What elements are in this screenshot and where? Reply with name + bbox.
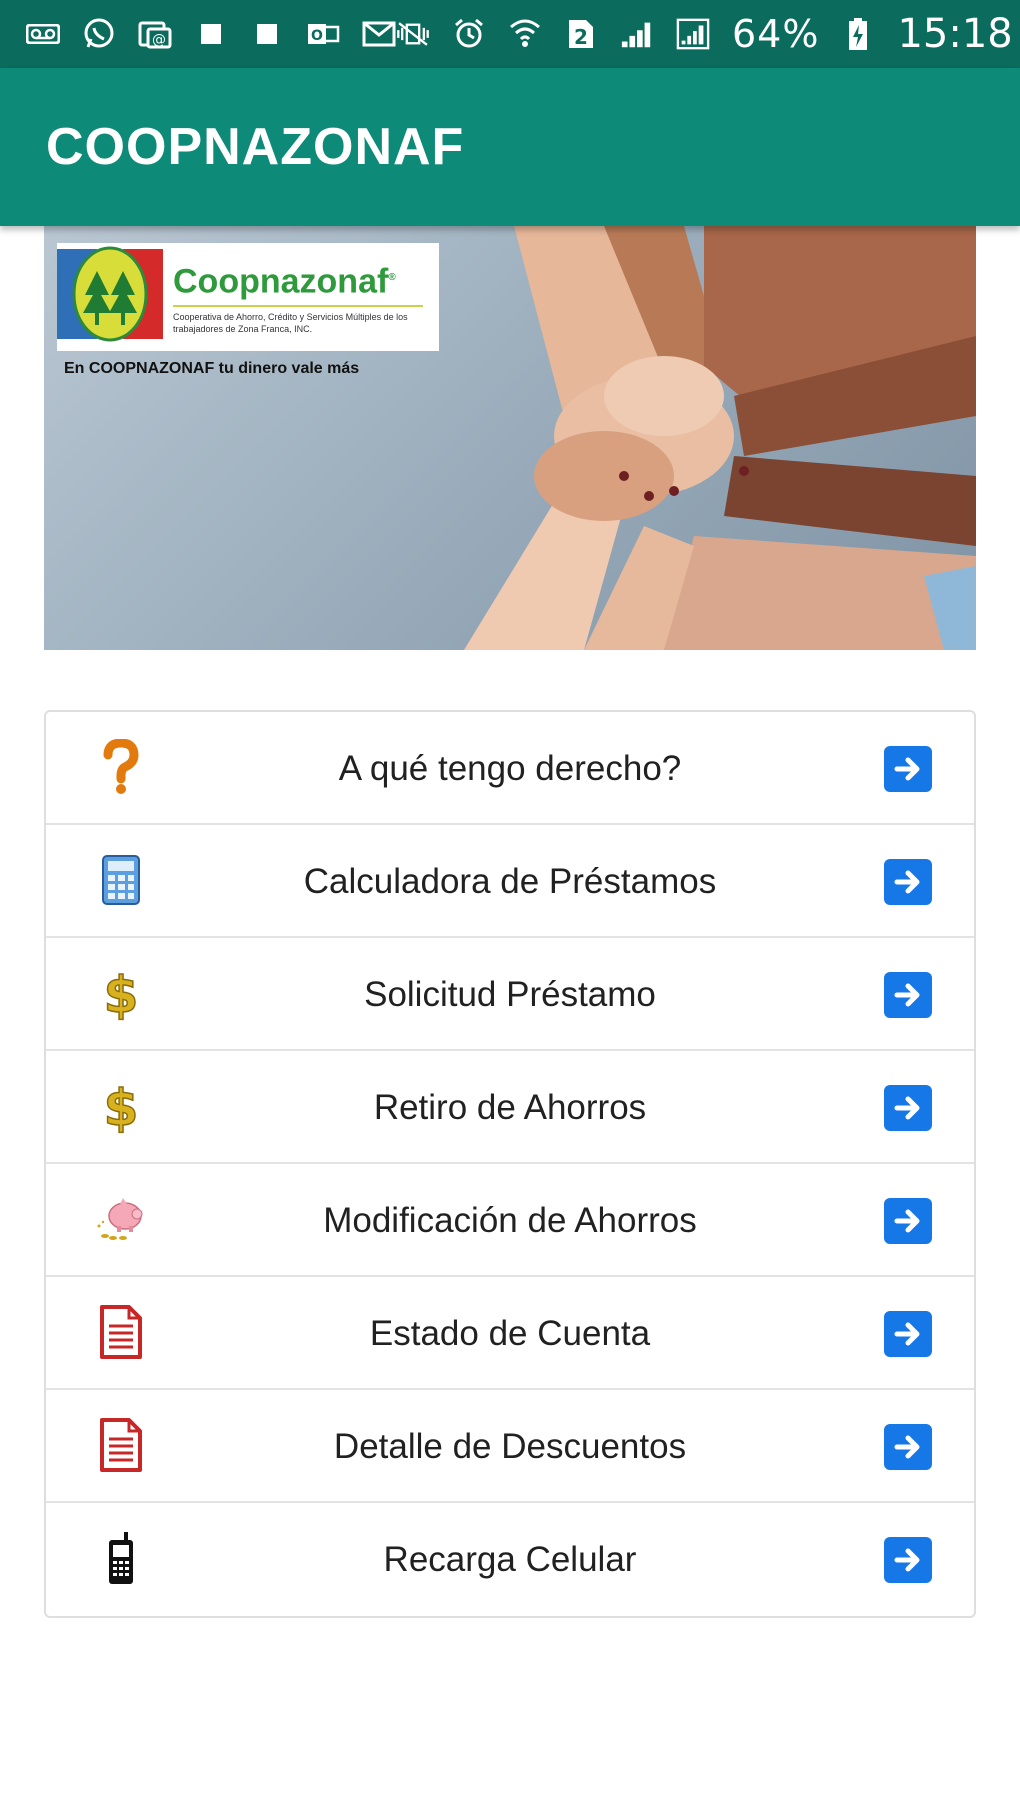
vibrate-icon [396, 19, 430, 49]
mobile-phone-icon [91, 1528, 151, 1588]
square-notification-icon [194, 19, 228, 49]
arrow-right-icon[interactable] [884, 1424, 932, 1470]
svg-text:$: $ [104, 1079, 139, 1134]
dollar-sign-icon: $ [91, 963, 151, 1023]
signal-icon [676, 18, 710, 50]
menu-item-label: Estado de Cuenta [369, 1313, 651, 1353]
slogan: En COOPNAZONAF tu dinero vale más [64, 360, 360, 377]
logo-name: Coopnazonaf® [173, 262, 396, 301]
svg-text:$: $ [104, 966, 139, 1021]
menu-item-label: A qué tengo derecho? [338, 748, 682, 788]
logo-emblem [57, 246, 165, 347]
document-icon [91, 1415, 151, 1475]
menu-item-solicitud-prestamo[interactable]: $ Solicitud Préstamo [46, 938, 974, 1051]
svg-text:O: O [311, 28, 323, 44]
arrow-right-icon[interactable] [884, 972, 932, 1018]
menu-item-detalle-descuentos[interactable]: Detalle de Descuentos [46, 1390, 974, 1503]
menu-item-label: Detalle de Descuentos [333, 1426, 687, 1466]
arrow-right-icon[interactable] [884, 1085, 932, 1131]
mail-icon [362, 19, 396, 49]
menu-item-modificacion-ahorros[interactable]: Modificación de Ahorros [46, 1164, 974, 1277]
alarm-icon [452, 18, 486, 49]
arrow-right-icon[interactable] [884, 859, 932, 905]
menu-item-derechos[interactable]: A qué tengo derecho? [46, 712, 974, 825]
app-bar: COOPNAZONAF [0, 68, 1020, 226]
battery-percent: 64% [732, 12, 820, 56]
dollar-sign-icon: $ [91, 1076, 151, 1136]
status-bar: @ O 2 64% 15:18 [0, 0, 1020, 68]
arrow-right-icon[interactable] [884, 746, 932, 792]
menu-item-retiro-ahorros[interactable]: $ Retiro de Ahorros [46, 1051, 974, 1164]
app-title: COOPNAZONAF [46, 118, 465, 176]
square-notification-icon [250, 19, 284, 49]
battery-charging-icon [841, 18, 875, 50]
system-icons: 2 64% 15:18 [396, 11, 1013, 57]
menu-item-label: Recarga Celular [383, 1539, 637, 1579]
menu-item-label: Calculadora de Préstamos [303, 861, 717, 901]
svg-text:2: 2 [574, 25, 588, 49]
menu-item-label: Modificación de Ahorros [323, 1200, 697, 1240]
arrow-right-icon[interactable] [884, 1537, 932, 1583]
menu-item-calculadora[interactable]: Calculadora de Préstamos [46, 825, 974, 938]
menu-item-recarga-celular[interactable]: Recarga Celular [46, 1503, 974, 1616]
menu-item-estado-cuenta[interactable]: Estado de Cuenta [46, 1277, 974, 1390]
logo-subtitle: Cooperativa de Ahorro, Crédito y Servici… [173, 304, 423, 335]
hero-banner: Coopnazonaf® Cooperativa de Ahorro, Créd… [44, 226, 976, 650]
calculator-icon [91, 850, 151, 910]
voicemail-icon [26, 19, 60, 49]
email-app-icon: @ [138, 19, 172, 49]
menu-item-label: Retiro de Ahorros [373, 1087, 647, 1127]
signal-icon [620, 19, 654, 49]
clock: 15:18 [897, 11, 1013, 57]
main-menu: A qué tengo derecho? Calculadora de Prés… [44, 710, 976, 1618]
arrow-right-icon[interactable] [884, 1311, 932, 1357]
wifi-icon [508, 19, 542, 49]
sim2-icon: 2 [564, 19, 598, 49]
arrow-right-icon[interactable] [884, 1198, 932, 1244]
question-mark-icon [91, 737, 151, 797]
whatsapp-icon [82, 18, 116, 49]
notification-icons: @ O [26, 18, 396, 49]
piggy-bank-icon [91, 1189, 151, 1249]
outlook-icon: O [306, 19, 340, 49]
menu-item-label: Solicitud Préstamo [364, 974, 656, 1014]
coopnazonaf-logo: Coopnazonaf® Cooperativa de Ahorro, Créd… [57, 243, 439, 351]
svg-text:@: @ [152, 32, 166, 48]
document-icon [91, 1302, 151, 1362]
